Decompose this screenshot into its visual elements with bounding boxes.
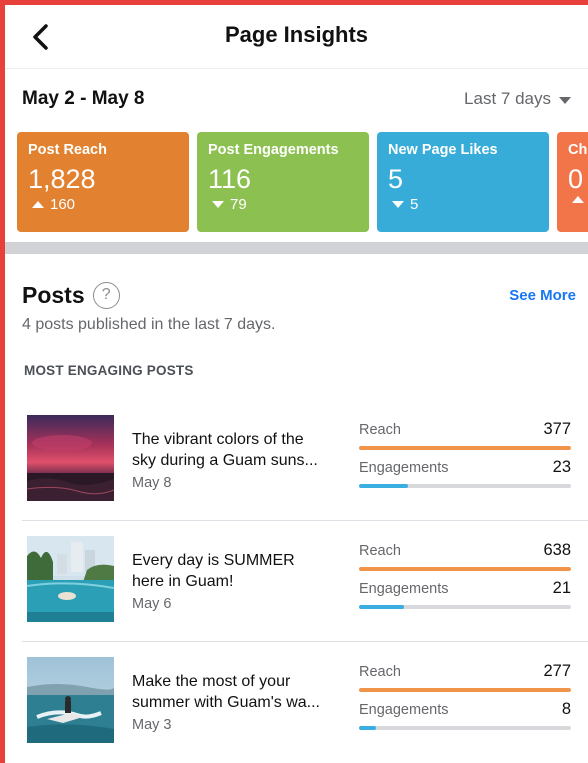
post-item[interactable]: Every day is SUMMER here in Guam! May 6 R… [22, 521, 588, 642]
period-label: Last 7 days [464, 89, 551, 108]
caret-down-icon [559, 96, 571, 104]
post-item[interactable]: The vibrant colors of the sky during a Gu… [22, 400, 588, 521]
reach-label: Reach [359, 664, 401, 680]
post-stats: Reach 638 Engagements 21 [359, 541, 571, 617]
metric-card-new-page-likes[interactable]: New Page Likes 5 5 [377, 132, 549, 232]
post-caption: The vibrant colors of the sky during a Gu… [132, 431, 318, 469]
posts-heading: Posts [22, 281, 85, 308]
post-text: Every day is SUMMER here in Guam! May 6 [132, 550, 347, 612]
post-caption: Every day is SUMMER here in Guam! [132, 552, 295, 590]
period-dropdown[interactable]: Last 7 days [464, 89, 571, 109]
post-date: May 3 [132, 717, 172, 733]
metric-value: 1,828 [28, 164, 96, 194]
page-insights-screen: Page Insights May 2 - May 8 Last 7 days … [5, 5, 588, 763]
reach-value: 638 [543, 541, 571, 559]
post-thumbnail-pool [27, 536, 114, 622]
metric-value: 0 [568, 164, 584, 194]
most-engaging-label: MOST ENGAGING POSTS [24, 363, 194, 378]
metric-change: 79 [208, 196, 358, 213]
post-thumbnail-jetski [27, 657, 114, 743]
post-stats: Reach 277 Engagements 8 [359, 662, 571, 738]
reach-label: Reach [359, 543, 401, 559]
reach-bar-fill [359, 446, 571, 450]
metric-change-value: 79 [230, 196, 247, 213]
reach-label: Reach [359, 422, 401, 438]
page-title: Page Insights [224, 22, 369, 47]
section-divider [5, 242, 588, 254]
engagements-value: 21 [552, 579, 571, 597]
engagements-bar [359, 605, 571, 609]
help-icon[interactable]: ? [92, 281, 120, 309]
engagements-label: Engagements [359, 702, 449, 718]
reach-bar-fill [359, 688, 571, 692]
metric-change [568, 196, 588, 203]
post-list: The vibrant colors of the sky during a Gu… [5, 400, 588, 763]
metric-card-post-reach[interactable]: Post Reach 1,828 160 [17, 132, 189, 232]
post-text: The vibrant colors of the sky during a Gu… [132, 429, 347, 491]
posts-title-group: Posts ? [22, 281, 120, 309]
metric-value: 116 [208, 164, 252, 194]
engagements-label: Engagements [359, 460, 449, 476]
engagements-value: 8 [561, 700, 571, 718]
reach-bar [359, 567, 571, 571]
metric-card-post-engagements[interactable]: Post Engagements 116 79 [197, 132, 369, 232]
metric-value: 5 [388, 164, 404, 194]
engagements-value: 23 [552, 458, 571, 476]
date-row: May 2 - May 8 Last 7 days [5, 69, 588, 129]
reach-bar-fill [359, 567, 571, 571]
posts-header: Posts ? See More [5, 268, 588, 322]
metric-label: New Page Likes [388, 142, 498, 158]
triangle-up-icon [572, 196, 584, 203]
triangle-down-icon [392, 201, 404, 208]
reach-value: 277 [543, 662, 571, 680]
metric-label: Post Reach [28, 142, 107, 158]
date-range: May 2 - May 8 [22, 88, 145, 109]
post-date: May 6 [132, 596, 172, 612]
post-thumbnail-sunset [27, 415, 114, 501]
engagements-bar-fill [359, 605, 404, 609]
metric-change-value: 160 [50, 196, 76, 213]
post-item[interactable]: Make the most of your summer with Guam's … [22, 642, 588, 763]
post-stats: Reach 377 Engagements 23 [359, 420, 571, 496]
post-date: May 8 [132, 475, 172, 491]
reach-bar [359, 688, 571, 692]
post-text: Make the most of your summer with Guam's … [132, 671, 347, 733]
metric-label: Ch [568, 142, 588, 158]
metric-change: 5 [388, 196, 538, 213]
see-more-link[interactable]: See More [509, 287, 576, 304]
engagements-bar [359, 484, 571, 488]
reach-bar [359, 446, 571, 450]
reach-value: 377 [543, 420, 571, 438]
top-bar: Page Insights [5, 5, 588, 69]
engagements-label: Engagements [359, 581, 449, 597]
engagements-bar [359, 726, 571, 730]
metric-change-value: 5 [410, 196, 419, 213]
metric-card-partial[interactable]: Ch 0 [557, 132, 588, 232]
triangle-up-icon [32, 201, 44, 208]
triangle-down-icon [212, 201, 224, 208]
metric-label: Post Engagements [208, 142, 339, 158]
post-caption: Make the most of your summer with Guam's … [132, 673, 320, 711]
engagements-bar-fill [359, 484, 408, 488]
metric-change: 160 [28, 196, 178, 213]
engagements-bar-fill [359, 726, 376, 730]
metric-cards: Post Reach 1,828 160 Post Engagements 11… [5, 129, 588, 239]
posts-subtitle: 4 posts published in the last 7 days. [22, 316, 276, 333]
